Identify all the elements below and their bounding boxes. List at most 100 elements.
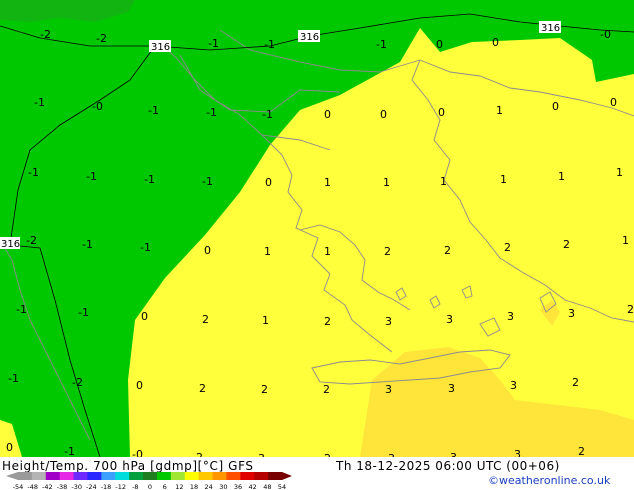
legend-swatch — [254, 472, 269, 480]
temp-label: 1 — [500, 173, 507, 186]
temp-label: -1 — [206, 106, 217, 119]
legend-tick-label: -54 — [13, 483, 24, 490]
temp-label: 2 — [324, 315, 331, 328]
temp-label: 2 — [261, 383, 268, 396]
map-title: Height/Temp. 700 hPa [gdmp][°C] GFS — [2, 459, 254, 473]
height-label: 316 — [541, 23, 560, 34]
temp-label: 0 — [324, 108, 331, 121]
temp-label: 2 — [627, 303, 634, 316]
temp-label: 1 — [324, 176, 331, 189]
temp-label: -0 — [132, 448, 143, 457]
legend-arrow-right — [282, 472, 292, 480]
legend-swatch — [31, 472, 47, 480]
temp-label: 0 — [436, 38, 443, 51]
legend-swatch — [129, 472, 144, 480]
legend-tick-label: 30 — [219, 483, 227, 490]
temp-label: 0 — [552, 100, 559, 113]
temp-label: 2 — [323, 383, 330, 396]
temp-label: -1 — [144, 173, 155, 186]
temp-label: 1 — [622, 234, 629, 247]
legend-tick-label: -18 — [101, 483, 112, 490]
legend-swatch — [268, 472, 283, 480]
temp-label: 0 — [136, 379, 143, 392]
copyright-link[interactable]: ©weatheronline.co.uk — [488, 474, 610, 488]
legend-arrow-left — [6, 472, 18, 480]
height-label: 316 — [151, 42, 170, 53]
temp-label: -0 — [92, 100, 103, 113]
temp-label: -1 — [28, 166, 39, 179]
temp-label: 2 — [578, 445, 585, 457]
legend-tick-label: 0 — [148, 483, 152, 490]
temp-label: 1 — [264, 245, 271, 258]
temp-label: 3 — [446, 313, 453, 326]
temp-label: -1 — [208, 37, 219, 50]
legend-swatch — [226, 472, 241, 480]
temp-label: 0 — [438, 106, 445, 119]
temp-label: 2 — [572, 376, 579, 389]
temp-label: -1 — [82, 238, 93, 251]
temp-label: 3 — [514, 448, 521, 457]
legend-swatch — [45, 472, 61, 480]
legend-tick-label: 18 — [190, 483, 198, 490]
temp-label: 2 — [563, 238, 570, 251]
temperature-map: 316 316 316 316 -2 -2 -1 -1 -1 0 0 -0 -1… — [0, 0, 634, 457]
legend-swatch — [212, 472, 227, 480]
legend-swatch — [18, 472, 33, 480]
temp-label: 1 — [324, 245, 331, 258]
temp-label: 1 — [616, 166, 623, 179]
temp-label: -2 — [72, 376, 83, 389]
temp-label: -0 — [600, 28, 611, 41]
legend-tick-label: 24 — [205, 483, 213, 490]
legend-swatch — [87, 472, 102, 480]
forecast-datetime: Th 18-12-2025 06:00 UTC (00+06) — [336, 459, 560, 473]
legend-tick-label: 36 — [234, 483, 242, 490]
temp-label: 1 — [383, 176, 390, 189]
legend-tick-label: 6 — [163, 483, 167, 490]
legend-swatch — [170, 472, 186, 480]
temp-label: 1 — [496, 104, 503, 117]
temp-label: 3 — [507, 310, 514, 323]
temp-label: 1 — [262, 314, 269, 327]
legend-tick-label: 48 — [263, 483, 271, 490]
temp-label: -1 — [16, 303, 27, 316]
temp-label: 0 — [141, 310, 148, 323]
legend-tick-label: -42 — [42, 483, 53, 490]
legend-swatch — [73, 472, 88, 480]
legend-tick-label: -24 — [86, 483, 97, 490]
temp-label: -1 — [148, 104, 159, 117]
temp-label: -1 — [376, 38, 387, 51]
temp-label: 2 — [202, 313, 209, 326]
temp-label: 3 — [568, 307, 575, 320]
temp-label: -1 — [64, 445, 75, 457]
legend-swatch — [156, 472, 172, 480]
legend-swatch — [184, 472, 200, 480]
legend-swatch — [115, 472, 130, 480]
temp-label: 2 — [199, 382, 206, 395]
temp-label: -1 — [262, 108, 273, 121]
temp-label: 0 — [610, 96, 617, 109]
temp-label: -1 — [202, 175, 213, 188]
temp-label: -1 — [86, 170, 97, 183]
temp-label: -2 — [26, 234, 37, 247]
legend-swatch — [143, 472, 158, 480]
temp-label: -1 — [264, 38, 275, 51]
height-label: 316 — [1, 239, 20, 250]
temp-label: 0 — [6, 441, 13, 454]
color-scale-legend: -54 -48 -42 -38 -30 -24 -18 -12 -8 0 6 12 18 24 30 36 42… — [6, 472, 292, 490]
temp-label: -1 — [8, 372, 19, 385]
temp-label: 2 — [384, 245, 391, 258]
temp-label: -1 — [78, 306, 89, 319]
temp-label: 0 — [265, 176, 272, 189]
temp-label: -1 — [140, 241, 151, 254]
legend-tick-label: 42 — [249, 483, 257, 490]
temp-label: 2 — [504, 241, 511, 254]
temp-label: 3 — [385, 383, 392, 396]
temp-label: 3 — [448, 382, 455, 395]
legend-tick-label: -8 — [132, 483, 138, 490]
temp-label: 0 — [380, 108, 387, 121]
temp-label: 1 — [440, 175, 447, 188]
temp-label: 3 — [510, 379, 517, 392]
legend-tick-label: -30 — [71, 483, 82, 490]
temp-label: -2 — [40, 28, 51, 41]
temp-label: -1 — [34, 96, 45, 109]
